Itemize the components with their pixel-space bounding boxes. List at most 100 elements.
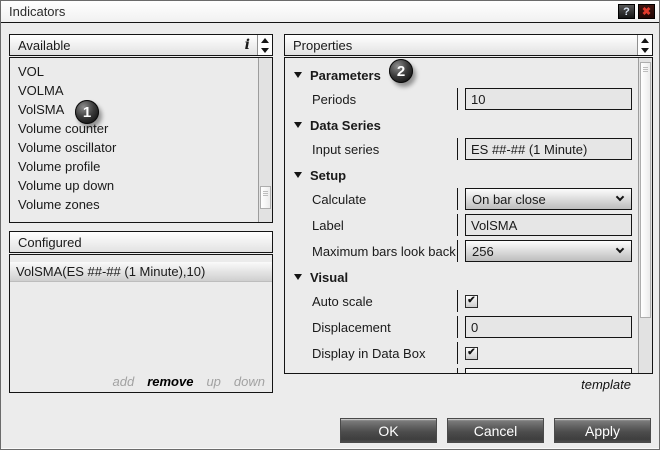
select-value: 256: [472, 244, 494, 259]
properties-scroll-arrows: [637, 35, 652, 55]
indicators-dialog: Indicators ? ✖ Available i VOLVOLMAVolSM…: [0, 0, 660, 450]
apply-button[interactable]: Apply: [554, 418, 651, 443]
group-label: Data Series: [310, 118, 381, 133]
available-item-vol[interactable]: VOL: [10, 62, 258, 81]
displacement-input[interactable]: [465, 316, 632, 338]
question-mark-icon: ?: [623, 6, 630, 18]
calculate-select[interactable]: On bar close: [465, 188, 632, 210]
scrollbar-grip-icon: [641, 63, 650, 72]
property-label: Displacement: [312, 320, 457, 335]
label-input[interactable]: [465, 214, 632, 236]
available-item-volume-counter[interactable]: Volume counter: [10, 119, 258, 138]
periods-input[interactable]: [465, 88, 632, 110]
cancel-button[interactable]: Cancel: [447, 418, 544, 443]
ok-button[interactable]: OK: [340, 418, 437, 443]
configured-header-label: Configured: [18, 235, 82, 250]
group-header-visual[interactable]: Visual: [285, 268, 638, 286]
maximum-bars-look-back-select[interactable]: 256: [465, 240, 632, 262]
chevron-down-icon: [616, 193, 624, 201]
grid-separator: [457, 342, 458, 364]
available-item-volsma[interactable]: VolSMA: [10, 100, 258, 119]
grid-separator: [457, 88, 458, 110]
configured-item-volsma-es-1-minute-10[interactable]: VolSMA(ES ##-## (1 Minute),10): [10, 262, 272, 282]
property-label: Display in Data Box: [312, 346, 457, 361]
available-item-volume-up-down[interactable]: Volume up down: [10, 176, 258, 195]
properties-header: Properties: [284, 34, 653, 56]
property-row-periods: Periods: [285, 88, 638, 110]
available-header: Available i: [9, 34, 273, 56]
property-row-input-series: Input series: [285, 138, 638, 160]
properties-header-label: Properties: [293, 38, 352, 53]
configured-panel: VolSMA(ES ##-## (1 Minute),10) add remove…: [9, 254, 273, 393]
property-label: Panel: [312, 372, 457, 374]
select-value: New panel: [472, 372, 533, 374]
triangle-up-icon: [641, 38, 649, 43]
property-label: Maximum bars look back: [312, 244, 457, 259]
auto-scale-checkbox[interactable]: [465, 295, 478, 308]
callout-badge-1-number: 1: [83, 104, 91, 121]
property-label: Periods: [312, 92, 457, 107]
available-list: VOLVOLMAVolSMAVolume counterVolume oscil…: [10, 58, 258, 222]
group-header-setup[interactable]: Setup: [285, 166, 638, 184]
properties-content: Parameters Periods Data Series Input series…: [285, 58, 638, 373]
input-series-input[interactable]: [465, 138, 632, 160]
available-scrollbar-track[interactable]: [258, 58, 272, 222]
group-header-parameters[interactable]: Parameters: [285, 66, 638, 84]
triangle-up-icon: [261, 38, 269, 43]
available-item-volma[interactable]: VOLMA: [10, 81, 258, 100]
scroll-down-button[interactable]: [638, 45, 652, 55]
property-label: Input series: [312, 142, 457, 157]
property-row-auto-scale: Auto scale: [285, 290, 638, 312]
property-label: Calculate: [312, 192, 457, 207]
available-scroll-arrows: [257, 35, 272, 55]
available-header-label: Available: [18, 38, 71, 53]
grid-separator: [457, 188, 458, 210]
title-bar[interactable]: Indicators ? ✖: [1, 1, 659, 23]
available-scrollbar-thumb[interactable]: [260, 186, 271, 209]
grid-separator: [457, 368, 458, 373]
available-item-volume-oscillator[interactable]: Volume oscillator: [10, 138, 258, 157]
panel-select[interactable]: New panel: [465, 368, 632, 373]
add-link: add: [113, 374, 135, 389]
display-in-data-box-checkbox[interactable]: [465, 347, 478, 360]
info-icon[interactable]: i: [245, 37, 250, 53]
grid-separator: [457, 316, 458, 338]
property-label: Auto scale: [312, 294, 457, 309]
property-row-label: Label: [285, 214, 638, 236]
collapse-triangle-icon: [294, 274, 302, 280]
properties-panel: Parameters Periods Data Series Input series…: [284, 57, 653, 374]
dialog-footer: OK Cancel Apply: [340, 418, 651, 443]
chevron-down-icon: [616, 245, 624, 253]
properties-scrollbar-track[interactable]: [638, 58, 652, 373]
collapse-triangle-icon: [294, 172, 302, 178]
callout-badge-2: 2: [389, 59, 413, 83]
scroll-down-button[interactable]: [258, 45, 272, 55]
grid-separator: [457, 214, 458, 236]
collapse-triangle-icon: [294, 72, 302, 78]
group-header-data-series[interactable]: Data Series: [285, 116, 638, 134]
scroll-up-button[interactable]: [638, 35, 652, 45]
grid-separator: [457, 138, 458, 160]
property-label: Label: [312, 218, 457, 233]
configured-list: VolSMA(ES ##-## (1 Minute),10): [10, 262, 272, 282]
down-link: down: [234, 374, 265, 389]
close-button[interactable]: ✖: [638, 4, 655, 19]
available-item-volume-zones[interactable]: Volume zones: [10, 195, 258, 214]
scrollbar-grip-icon: [261, 187, 270, 196]
property-row-maximum-bars-look-back: Maximum bars look back 256: [285, 240, 638, 262]
remove-link[interactable]: remove: [147, 374, 193, 389]
scroll-up-button[interactable]: [258, 35, 272, 45]
properties-scrollbar-thumb[interactable]: [640, 62, 651, 318]
group-label: Parameters: [310, 68, 381, 83]
property-row-panel: Panel New panel: [285, 368, 638, 373]
close-icon: ✖: [642, 5, 651, 18]
up-link: up: [206, 374, 220, 389]
help-button[interactable]: ?: [618, 4, 635, 19]
property-row-displacement: Displacement: [285, 316, 638, 338]
triangle-down-icon: [261, 48, 269, 53]
window-title: Indicators: [9, 4, 65, 19]
template-link[interactable]: template: [581, 377, 631, 392]
triangle-down-icon: [641, 48, 649, 53]
group-label: Visual: [310, 270, 348, 285]
available-item-volume-profile[interactable]: Volume profile: [10, 157, 258, 176]
